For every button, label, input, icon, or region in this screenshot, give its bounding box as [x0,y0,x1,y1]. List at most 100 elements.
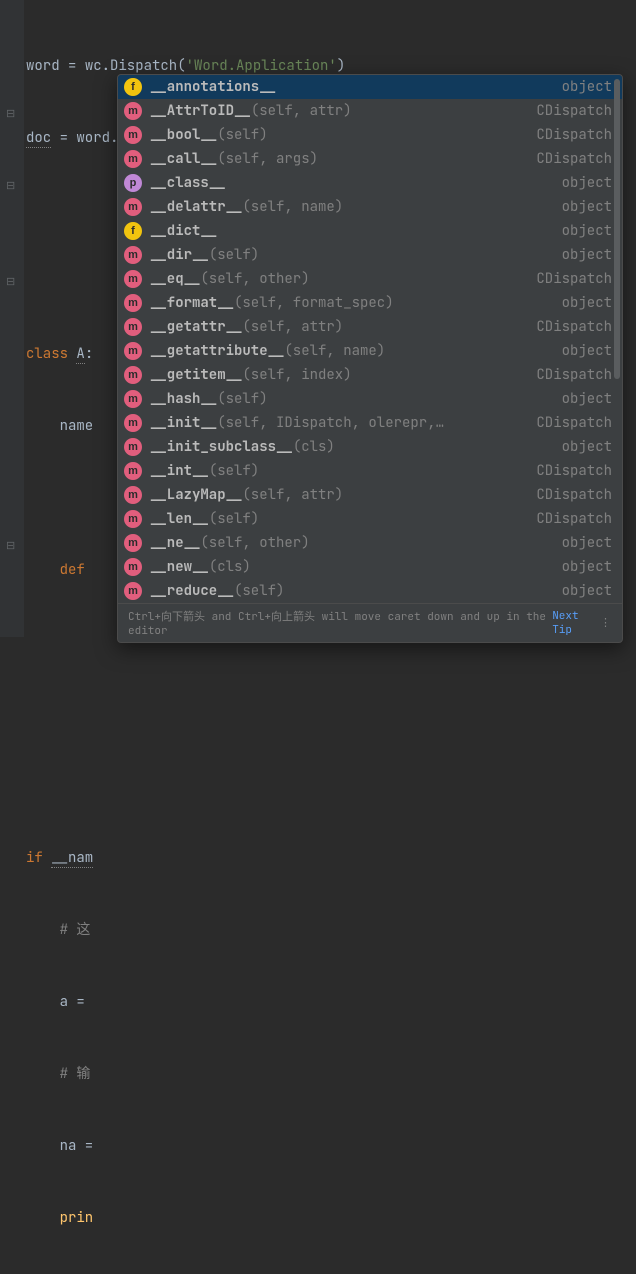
autocomplete-item[interactable]: m__init_subclass__(cls)object [118,435,622,459]
completion-return-type: CDispatch [526,123,612,147]
autocomplete-item[interactable]: m __format__(self, format_spec) object [118,291,622,315]
autocomplete-item[interactable]: m __init__(self, IDispatch, olerepr,… CDis… [118,411,622,435]
completion-return-type: CDispatch [526,459,612,483]
autocomplete-item[interactable]: m__len__(self)CDispatch [118,507,622,531]
completion-signature: (self, name) [242,195,343,219]
completion-signature: (self, attr) [242,483,343,507]
scrollbar-thumb[interactable] [614,79,620,379]
completion-return-type: CDispatch [526,315,612,339]
completion-signature: (self, IDispatch, olerepr,… [217,411,444,435]
completion-kind-icon: m [124,342,142,360]
completion-return-type: object [552,339,612,363]
completion-name: __eq__ [150,267,200,291]
autocomplete-item[interactable]: m __bool__(self) CDispatch [118,123,622,147]
completion-kind-icon: m [124,198,142,216]
completion-name: __bool__ [150,123,217,147]
completion-signature: (self, other) [200,267,309,291]
autocomplete-item[interactable]: m __getattribute__(self, name) object [118,339,622,363]
autocomplete-item[interactable]: m__hash__(self)object [118,387,622,411]
fold-marker[interactable]: ⊟ [6,102,15,126]
completion-kind-icon: m [124,366,142,384]
completion-name: __AttrToID__ [150,99,251,123]
fold-marker[interactable]: ⊟ [6,534,15,558]
completion-name: __format__ [150,291,234,315]
fold-marker[interactable]: ⊟ [6,174,15,198]
completion-kind-icon: m [124,438,142,456]
completion-signature: (self, attr) [251,99,352,123]
completion-name: __ne__ [150,531,200,555]
completion-return-type: object [552,171,612,195]
completion-return-type: CDispatch [526,99,612,123]
autocomplete-item[interactable]: m__getattr__(self, attr)CDispatch [118,315,622,339]
completion-signature: (self, name) [284,339,385,363]
autocomplete-item[interactable]: m __delattr__(self, name) object [118,195,622,219]
completion-signature: (self) [234,579,284,603]
completion-name: __delattr__ [150,195,242,219]
autocomplete-footer: Ctrl+向下箭头 and Ctrl+向上箭头 will move caret … [118,603,622,642]
completion-signature: (self, attr) [242,315,343,339]
completion-name: __len__ [150,507,209,531]
autocomplete-item[interactable]: m__dir__(self)object [118,243,622,267]
hint-text: Ctrl+向下箭头 and Ctrl+向上箭头 will move caret … [128,608,548,638]
completion-kind-icon: f [124,222,142,240]
autocomplete-item[interactable]: m__eq__(self, other)CDispatch [118,267,622,291]
completion-name: __getattr__ [150,315,242,339]
completion-name: __call__ [150,147,217,171]
autocomplete-list[interactable]: f__annotations__objectm__AttrToID__(self… [118,75,622,603]
completion-return-type: object [552,387,612,411]
autocomplete-item[interactable]: m __new__(cls) object [118,555,622,579]
completion-name: __dir__ [150,243,209,267]
autocomplete-item[interactable]: m__getitem__(self, index)CDispatch [118,363,622,387]
autocomplete-item[interactable]: m __AttrToID__(self, attr) CDispatch [118,99,622,123]
autocomplete-popup[interactable]: f__annotations__objectm__AttrToID__(self… [117,74,623,643]
completion-kind-icon: m [124,462,142,480]
completion-return-type: CDispatch [526,267,612,291]
completion-kind-icon: f [124,78,142,96]
completion-return-type: object [552,291,612,315]
completion-signature: (self) [209,507,259,531]
completion-return-type: CDispatch [526,411,612,435]
completion-signature: (self, other) [200,531,309,555]
completion-kind-icon: m [124,414,142,432]
completion-return-type: CDispatch [526,363,612,387]
completion-kind-icon: m [124,294,142,312]
fold-marker[interactable]: ⊟ [6,270,15,294]
completion-signature: (self) [209,459,259,483]
autocomplete-item[interactable]: m__ne__(self, other)object [118,531,622,555]
autocomplete-item[interactable]: f__annotations__object [118,75,622,99]
completion-name: __reduce__ [150,579,234,603]
autocomplete-item[interactable]: m__reduce__(self)object [118,579,622,603]
completion-name: __dict__ [150,219,217,243]
autocomplete-item[interactable]: m__call__(self, args)CDispatch [118,147,622,171]
completion-return-type: object [552,195,612,219]
completion-kind-icon: m [124,582,142,600]
completion-name: __new__ [150,555,209,579]
completion-signature: (self) [217,123,267,147]
completion-return-type: object [552,555,612,579]
completion-return-type: object [552,531,612,555]
completion-name: __init_subclass__ [150,435,293,459]
completion-signature: (self, args) [217,147,318,171]
completion-kind-icon: m [124,246,142,264]
completion-return-type: object [552,75,612,99]
autocomplete-item[interactable]: m__int__(self)CDispatch [118,459,622,483]
completion-signature: (self) [217,387,267,411]
more-icon[interactable]: ⋮ [600,616,612,630]
completion-return-type: CDispatch [526,507,612,531]
completion-kind-icon: p [124,174,142,192]
completion-kind-icon: m [124,558,142,576]
autocomplete-item[interactable]: f__dict__object [118,219,622,243]
completion-name: __LazyMap__ [150,483,242,507]
completion-name: __init__ [150,411,217,435]
completion-signature: (self, index) [242,363,351,387]
completion-name: __class__ [150,171,226,195]
autocomplete-item[interactable]: p __class__ object [118,171,622,195]
completion-signature: (self, format_spec) [234,291,394,315]
completion-name: __getattribute__ [150,339,284,363]
completion-return-type: CDispatch [526,147,612,171]
completion-kind-icon: m [124,102,142,120]
completion-kind-icon: m [124,126,142,144]
completion-signature: (cls) [209,555,251,579]
next-tip-link[interactable]: Next Tip [552,609,600,637]
autocomplete-item[interactable]: m__LazyMap__(self, attr)CDispatch [118,483,622,507]
